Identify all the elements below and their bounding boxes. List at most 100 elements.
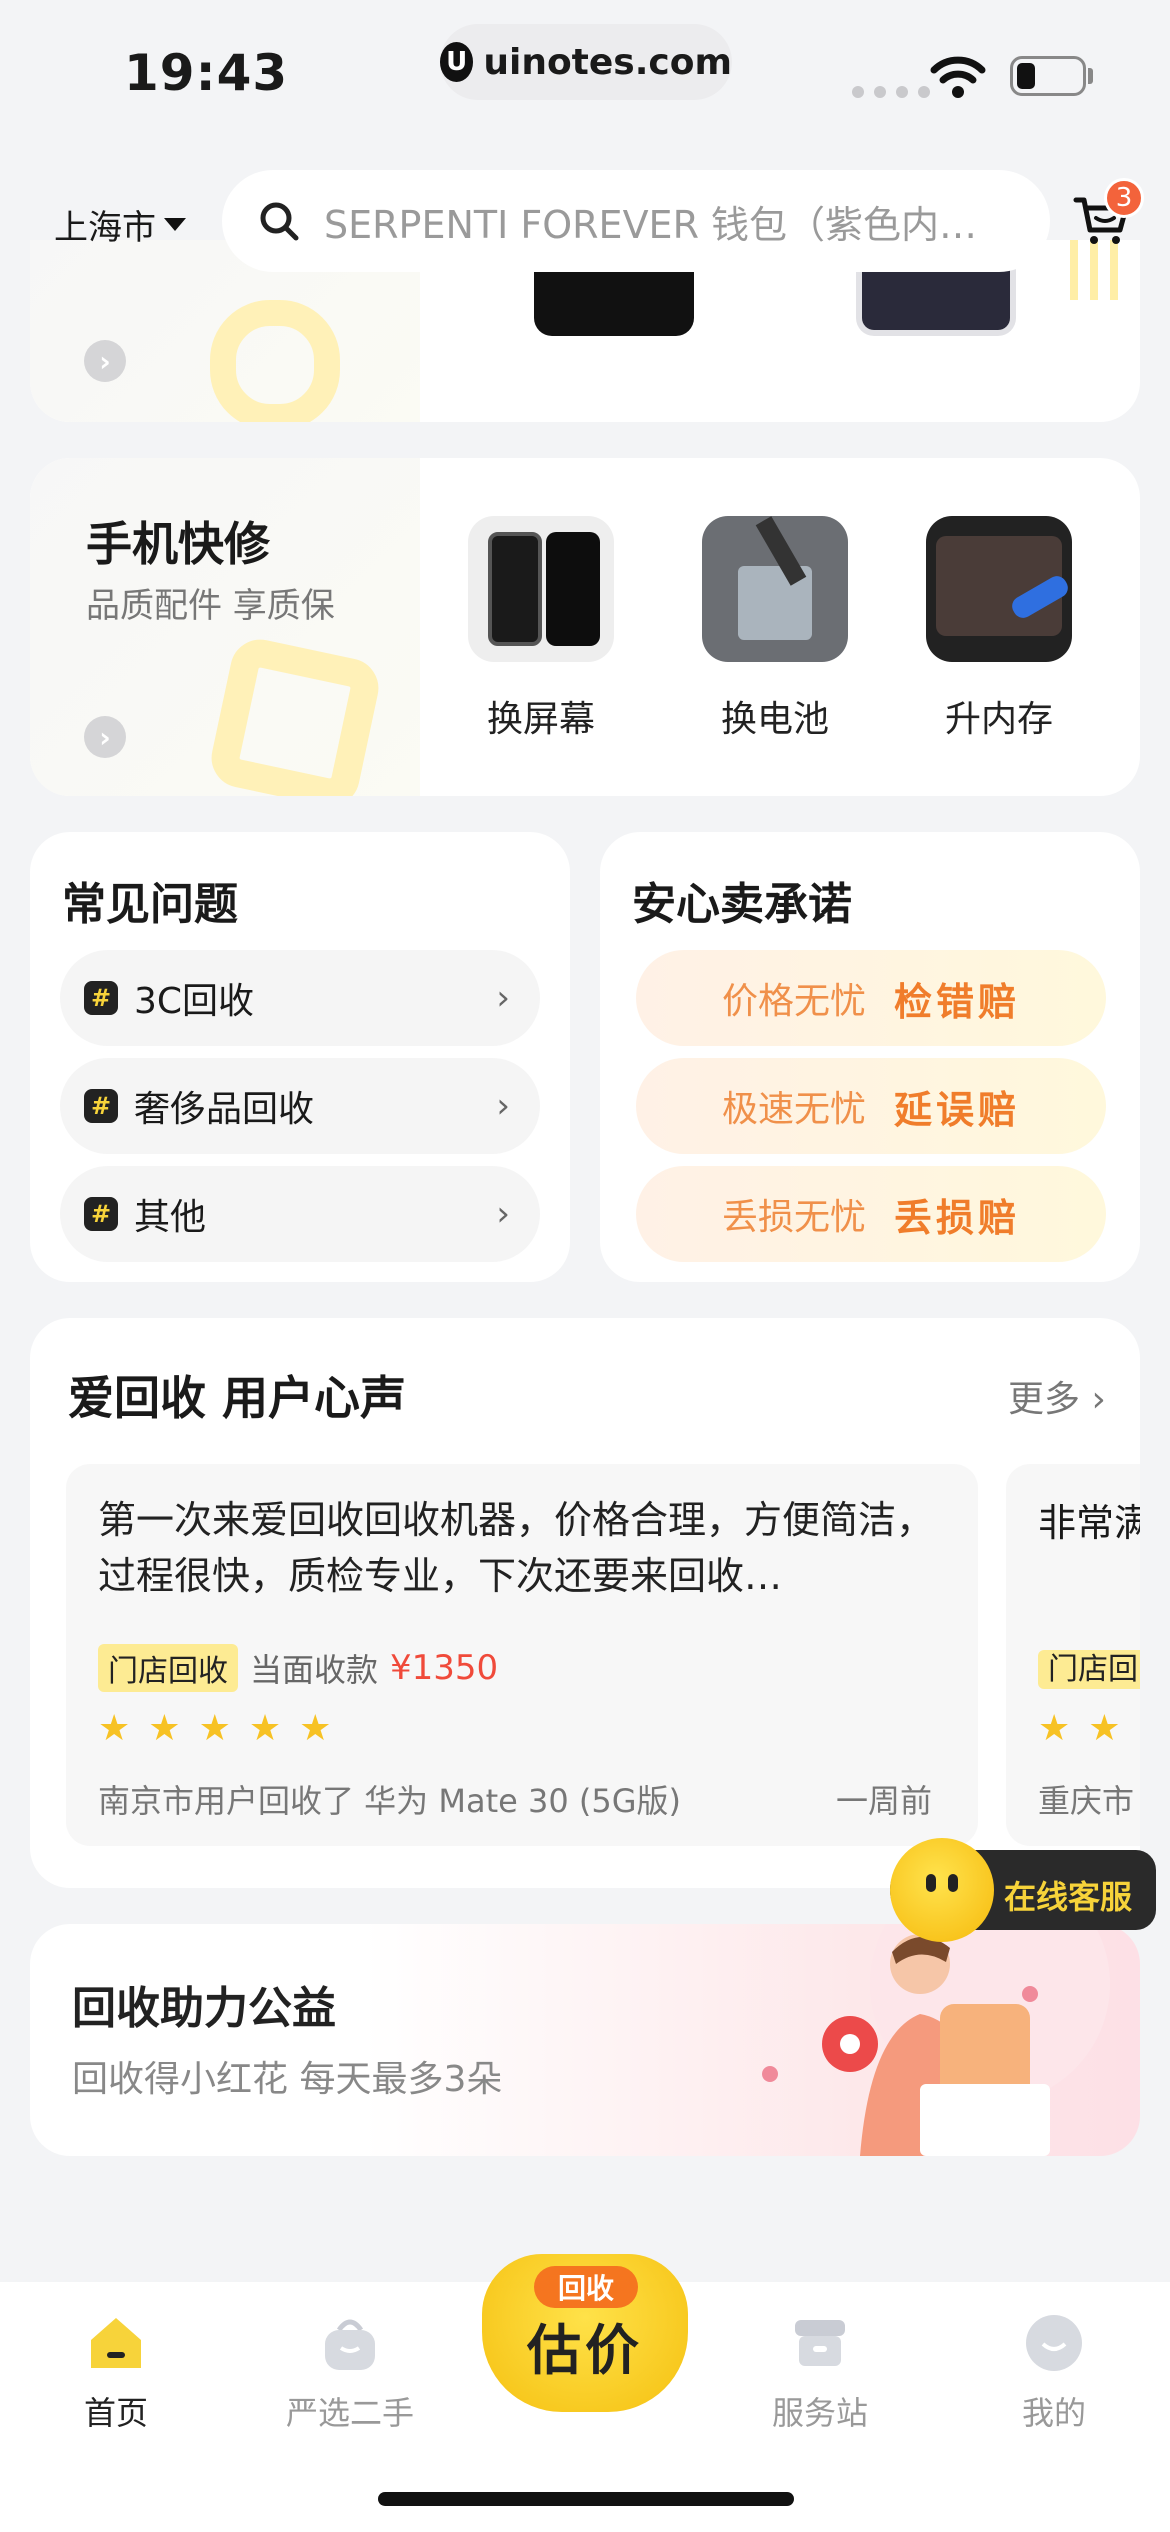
repair-title: 手机快修: [86, 517, 270, 571]
charity-card[interactable]: 回收助力公益 回收得小红花 每天最多3朵: [30, 1924, 1140, 2156]
promise-text: 丢损无忧: [721, 1197, 866, 1238]
charity-illustration: [762, 1924, 1110, 2156]
chevron-right-icon: ›: [496, 1086, 510, 1126]
review-pay-line: 门店回收 当面收款 ¥1350: [98, 1644, 498, 1692]
cart-badge: 3: [1104, 178, 1144, 218]
status-time: 19:43: [124, 44, 289, 102]
url-pill[interactable]: U uinotes.com: [440, 24, 732, 100]
star-icon: ★: [1038, 1708, 1071, 1749]
arrow-right-icon[interactable]: ›: [84, 716, 126, 758]
charity-subtitle: 回收得小红花 每天最多3朵: [72, 2059, 503, 2100]
star-icon: ★: [98, 1708, 131, 1749]
promise-highlight: 丢损赔: [894, 1195, 1021, 1240]
home-icon: [91, 2318, 141, 2368]
nav-mine[interactable]: 我的: [964, 2312, 1144, 2434]
profile-icon: [1026, 2315, 1082, 2371]
star-icon: ★: [299, 1708, 332, 1749]
rating-stars: ★ ★ ★ ★ ★: [98, 1708, 331, 1749]
repair-item-screen[interactable]: 换屏幕: [466, 516, 616, 742]
faq-item[interactable]: # 3C回收 ›: [60, 950, 540, 1046]
review-item[interactable]: 非常满 门店回 ★ ★ ★ 重庆市: [1006, 1464, 1140, 1846]
faq-item-label: 奢侈品回收: [134, 1089, 315, 1130]
nav-selected-used[interactable]: 严选二手: [260, 2312, 440, 2434]
repair-item-label: 换电池: [720, 699, 829, 740]
review-text: 第一次来爱回收回收机器，价格合理，方便简洁，过程很快，质检专业，下次还要来回收…: [98, 1498, 935, 1598]
promise-text: 价格无忧: [721, 981, 866, 1022]
hash-chat-icon: #: [84, 981, 118, 1015]
star-icon: ★: [1139, 1708, 1140, 1749]
hash-chat-icon: #: [84, 1197, 118, 1231]
city-selector[interactable]: 上海市: [54, 200, 186, 249]
more-label: 更多: [1008, 1379, 1081, 1420]
promise-title: 安心卖承诺: [632, 879, 852, 930]
storage-upgrade-image: [926, 516, 1072, 662]
pay-label: 当面收款: [250, 1651, 379, 1689]
nav-home[interactable]: 首页: [26, 2312, 206, 2434]
promise-item[interactable]: 价格无忧 检错赔: [636, 950, 1106, 1046]
review-pay-line: 门店回: [1038, 1644, 1140, 1689]
more-link[interactable]: 更多 ›: [1008, 1370, 1106, 1422]
review-footer: 南京市用户回收了 华为 Mate 30 (5G版): [98, 1782, 681, 1820]
battery-tip: [1088, 68, 1093, 84]
repair-item-battery[interactable]: 换电池: [700, 516, 850, 742]
faq-item[interactable]: # 奢侈品回收 ›: [60, 1058, 540, 1154]
promise-item[interactable]: 极速无忧 延误赔: [636, 1058, 1106, 1154]
store-icon: [795, 2320, 845, 2366]
promise-highlight: 延误赔: [894, 1087, 1021, 1132]
chevron-right-icon: ›: [496, 978, 510, 1018]
shopping-bag-icon: [325, 2319, 375, 2370]
arrow-right-icon[interactable]: ›: [84, 340, 126, 382]
search-bar[interactable]: SERPENTI FOREVER 钱包（紫色内…: [222, 170, 1050, 272]
city-label: 上海市: [54, 208, 156, 248]
repair-subtitle: 品质配件 享质保: [86, 586, 335, 626]
quick-repair-card[interactable]: 手机快修 品质配件 享质保 › 换屏幕 换电池 升内存: [30, 458, 1140, 796]
repair-item-label: 换屏幕: [486, 699, 595, 740]
search-placeholder: SERPENTI FOREVER 钱包（紫色内…: [324, 202, 978, 247]
wifi-icon: [930, 56, 986, 98]
review-price: ¥1350: [390, 1648, 499, 1688]
star-icon: ★: [248, 1708, 282, 1749]
nav-label: 严选二手: [285, 2394, 414, 2432]
nav-label: 我的: [1021, 2394, 1086, 2432]
faq-title: 常见问题: [62, 879, 238, 930]
screen-replacement-image: [468, 516, 614, 662]
battery-icon: [1010, 56, 1086, 96]
reviews-title: 爱回收 用户心声: [68, 1371, 407, 1425]
review-tag: 门店回: [1038, 1650, 1140, 1689]
service-mascot-icon[interactable]: [890, 1838, 994, 1942]
nav-label: 首页: [83, 2394, 148, 2432]
url-text: uinotes.com: [483, 41, 732, 83]
review-text: 非常满: [1038, 1501, 1140, 1545]
search-icon: [260, 202, 299, 241]
faq-card: 常见问题 # 3C回收 › # 奢侈品回收 › # 其他 ›: [30, 832, 570, 1282]
chevron-right-icon: ›: [1091, 1379, 1106, 1420]
caret-down-icon: [164, 218, 186, 231]
review-time: 一周前: [836, 1782, 933, 1820]
promise-highlight: 检错赔: [894, 979, 1021, 1024]
promise-text: 极速无忧: [721, 1089, 866, 1130]
review-footer: 重庆市: [1038, 1782, 1135, 1820]
decor-shape: [210, 300, 340, 422]
estimate-badge: 回收: [534, 2266, 638, 2308]
online-service-label: 在线客服: [1004, 1878, 1133, 1916]
promise-card: 安心卖承诺 价格无忧 检错赔 极速无忧 延误赔 丢损无忧 丢损赔: [600, 832, 1140, 1282]
hash-chat-icon: #: [84, 1089, 118, 1123]
star-icon: ★: [148, 1708, 181, 1749]
estimate-label: 估价: [527, 2319, 643, 2382]
faq-item-label: 其他: [134, 1197, 207, 1238]
review-item[interactable]: 第一次来爱回收回收机器，价格合理，方便简洁，过程很快，质检专业，下次还要来回收……: [66, 1464, 978, 1846]
nav-service-station[interactable]: 服务站: [730, 2312, 910, 2434]
signal-icon: [852, 86, 930, 98]
promise-item[interactable]: 丢损无忧 丢损赔: [636, 1166, 1106, 1262]
repair-item-storage[interactable]: 升内存: [924, 516, 1074, 742]
chevron-right-icon: ›: [496, 1194, 510, 1234]
faq-item[interactable]: # 其他 ›: [60, 1166, 540, 1262]
star-icon: ★: [1088, 1708, 1121, 1749]
battery-replacement-image: [702, 516, 848, 662]
faq-item-label: 3C回收: [134, 981, 255, 1022]
user-reviews-card: 爱回收 用户心声 更多 › 第一次来爱回收回收机器，价格合理，方便简洁，过程很快…: [30, 1318, 1140, 1888]
charity-title: 回收助力公益: [72, 1983, 336, 2034]
review-tag: 门店回收: [98, 1644, 238, 1692]
home-indicator: [378, 2492, 794, 2506]
rating-stars: ★ ★ ★: [1038, 1708, 1140, 1749]
